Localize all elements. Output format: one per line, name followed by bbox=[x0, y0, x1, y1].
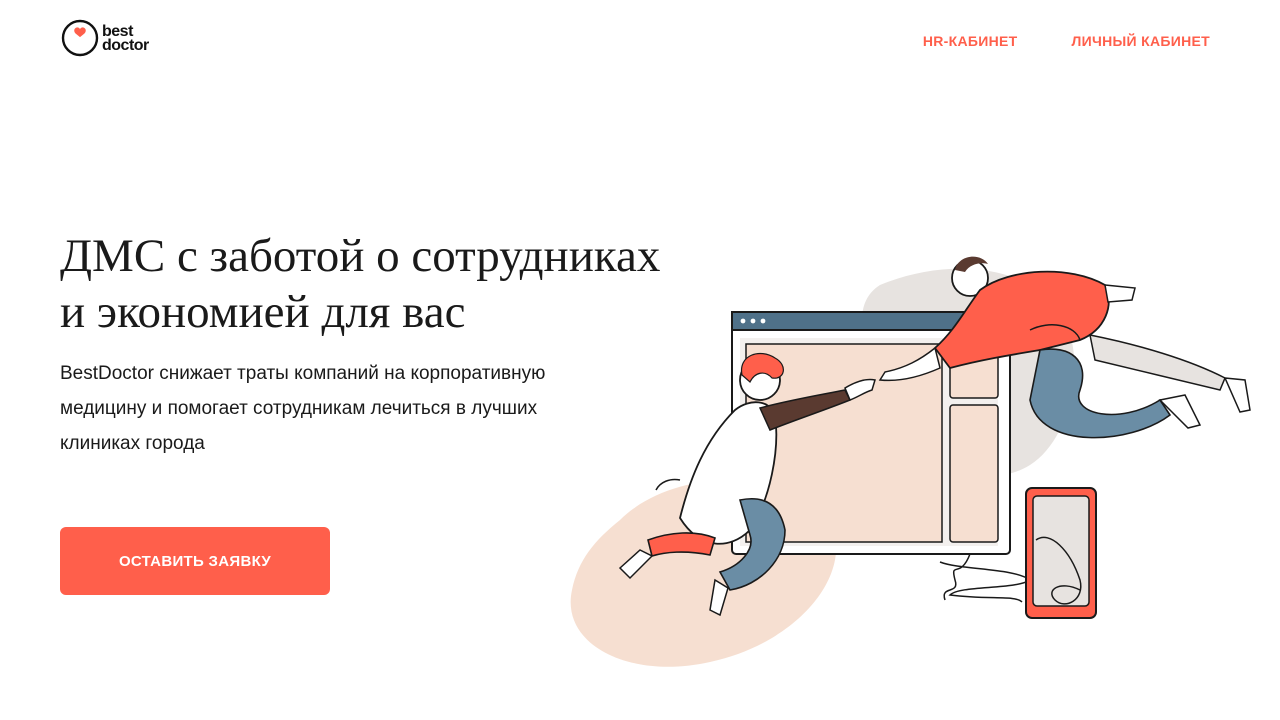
nav-hr-cabinet-link[interactable]: HR-КАБИНЕТ bbox=[923, 33, 1018, 49]
hero-illustration bbox=[570, 256, 1251, 667]
logo-text: best doctor bbox=[102, 24, 149, 54]
heart-in-circle-icon bbox=[61, 19, 99, 57]
top-nav: HR-КАБИНЕТ ЛИЧНЫЙ КАБИНЕТ bbox=[923, 33, 1210, 49]
logo-link[interactable]: best doctor bbox=[60, 18, 149, 58]
submit-request-button[interactable]: ОСТАВИТЬ ЗАЯВКУ bbox=[60, 527, 330, 595]
logo-text-line2: doctor bbox=[102, 37, 149, 54]
phone bbox=[1025, 487, 1097, 619]
page: best doctor HR-КАБИНЕТ ЛИЧНЫЙ КАБИНЕТ ДМ… bbox=[0, 0, 1280, 720]
nav-personal-cabinet-link[interactable]: ЛИЧНЫЙ КАБИНЕТ bbox=[1072, 33, 1210, 49]
